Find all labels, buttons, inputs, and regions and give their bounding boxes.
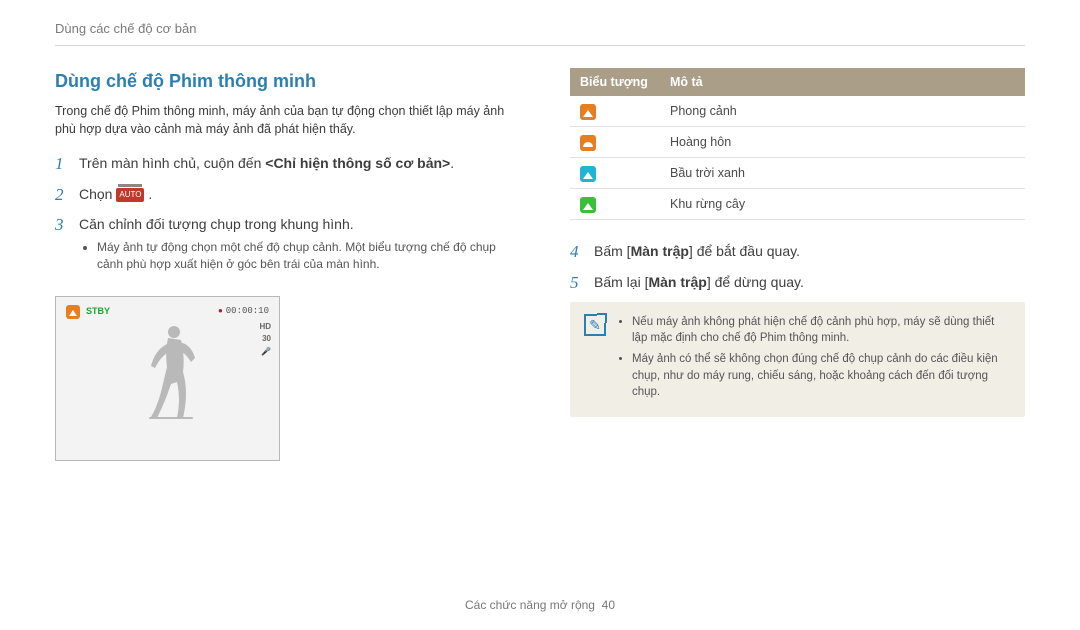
- camera-preview: STBY ● 00:00:10 HD 30 🎤: [55, 296, 280, 461]
- step-3: 3 Căn chỉnh đối tượng chụp trong khung h…: [55, 213, 510, 283]
- step-3-substep: Máy ảnh tự động chọn một chế độ chụp cản…: [97, 239, 510, 274]
- step-4: 4 Bấm [Màn trập] để bắt đầu quay.: [570, 240, 1025, 265]
- intro-text: Trong chế độ Phim thông minh, máy ảnh củ…: [55, 102, 510, 138]
- table-row: Khu rừng cây: [570, 189, 1025, 220]
- stby-indicator: STBY: [86, 305, 110, 318]
- step-number: 3: [55, 213, 69, 283]
- step-1-highlight: <Chỉ hiện thông số cơ bản>: [265, 155, 450, 171]
- page-number: 40: [602, 598, 615, 612]
- table-row: Bầu trời xanh: [570, 158, 1025, 189]
- row-label: Khu rừng cây: [660, 189, 1025, 220]
- timecode: ● 00:00:10: [218, 305, 269, 318]
- page-footer: Các chức năng mở rộng 40: [0, 597, 1080, 614]
- step-5-highlight: Màn trập: [648, 274, 706, 290]
- note-icon: ✎: [584, 314, 606, 336]
- step-number: 4: [570, 240, 584, 265]
- step-2-text-b: .: [148, 186, 152, 202]
- col-header-icon: Biểu tượng: [570, 68, 660, 96]
- step-2: 2 Chọn AUTO .: [55, 183, 510, 208]
- timecode-value: 00:00:10: [226, 305, 269, 318]
- skater-silhouette-icon: [147, 322, 197, 422]
- table-row: Hoàng hôn: [570, 127, 1025, 158]
- step-1-text-c: .: [450, 155, 454, 171]
- fps-indicator: 30: [262, 335, 271, 344]
- note-box: ✎ Nếu máy ảnh không phát hiện chế độ cản…: [570, 302, 1025, 417]
- table-row: Phong cảnh: [570, 96, 1025, 127]
- step-number: 2: [55, 183, 69, 208]
- scene-mode-icon: [66, 305, 80, 319]
- row-label: Bầu trời xanh: [660, 158, 1025, 189]
- breadcrumb: Dùng các chế độ cơ bản: [55, 20, 1025, 46]
- forest-icon: [580, 197, 596, 213]
- sky-icon: [580, 166, 596, 182]
- record-dot-icon: ●: [218, 306, 223, 318]
- step-number: 1: [55, 152, 69, 177]
- row-label: Phong cảnh: [660, 96, 1025, 127]
- note-item: Nếu máy ảnh không phát hiện chế độ cảnh …: [632, 314, 1011, 347]
- auto-mode-icon: AUTO: [116, 188, 144, 202]
- step-5-text-c: ] để dừng quay.: [707, 274, 804, 290]
- note-item: Máy ảnh có thể sẽ không chọn đúng chế độ…: [632, 351, 1011, 401]
- step-5: 5 Bấm lại [Màn trập] để dừng quay.: [570, 271, 1025, 296]
- step-4-highlight: Màn trập: [631, 243, 689, 259]
- col-header-desc: Mô tả: [660, 68, 1025, 96]
- hd-indicator: HD: [259, 323, 271, 332]
- icon-table: Biểu tượng Mô tả Phong cảnh Hoàng hôn Bầ…: [570, 68, 1025, 221]
- landscape-icon: [580, 104, 596, 120]
- right-column: Biểu tượng Mô tả Phong cảnh Hoàng hôn Bầ…: [570, 68, 1025, 461]
- step-5-text-a: Bấm lại [: [594, 274, 648, 290]
- step-4-text-c: ] để bắt đầu quay.: [689, 243, 800, 259]
- step-4-text-a: Bấm [: [594, 243, 631, 259]
- step-1-text-a: Trên màn hình chủ, cuộn đến: [79, 155, 265, 171]
- step-number: 5: [570, 271, 584, 296]
- mic-off-icon: 🎤: [261, 348, 271, 357]
- step-1: 1 Trên màn hình chủ, cuộn đến <Chỉ hiện …: [55, 152, 510, 177]
- step-2-text-a: Chọn: [79, 186, 116, 202]
- row-label: Hoàng hôn: [660, 127, 1025, 158]
- left-column: Dùng chế độ Phim thông minh Trong chế độ…: [55, 68, 510, 461]
- sunset-icon: [580, 135, 596, 151]
- step-3-text: Căn chỉnh đối tượng chụp trong khung hìn…: [79, 216, 354, 232]
- section-heading: Dùng chế độ Phim thông minh: [55, 68, 510, 94]
- footer-section: Các chức năng mở rộng: [465, 598, 595, 612]
